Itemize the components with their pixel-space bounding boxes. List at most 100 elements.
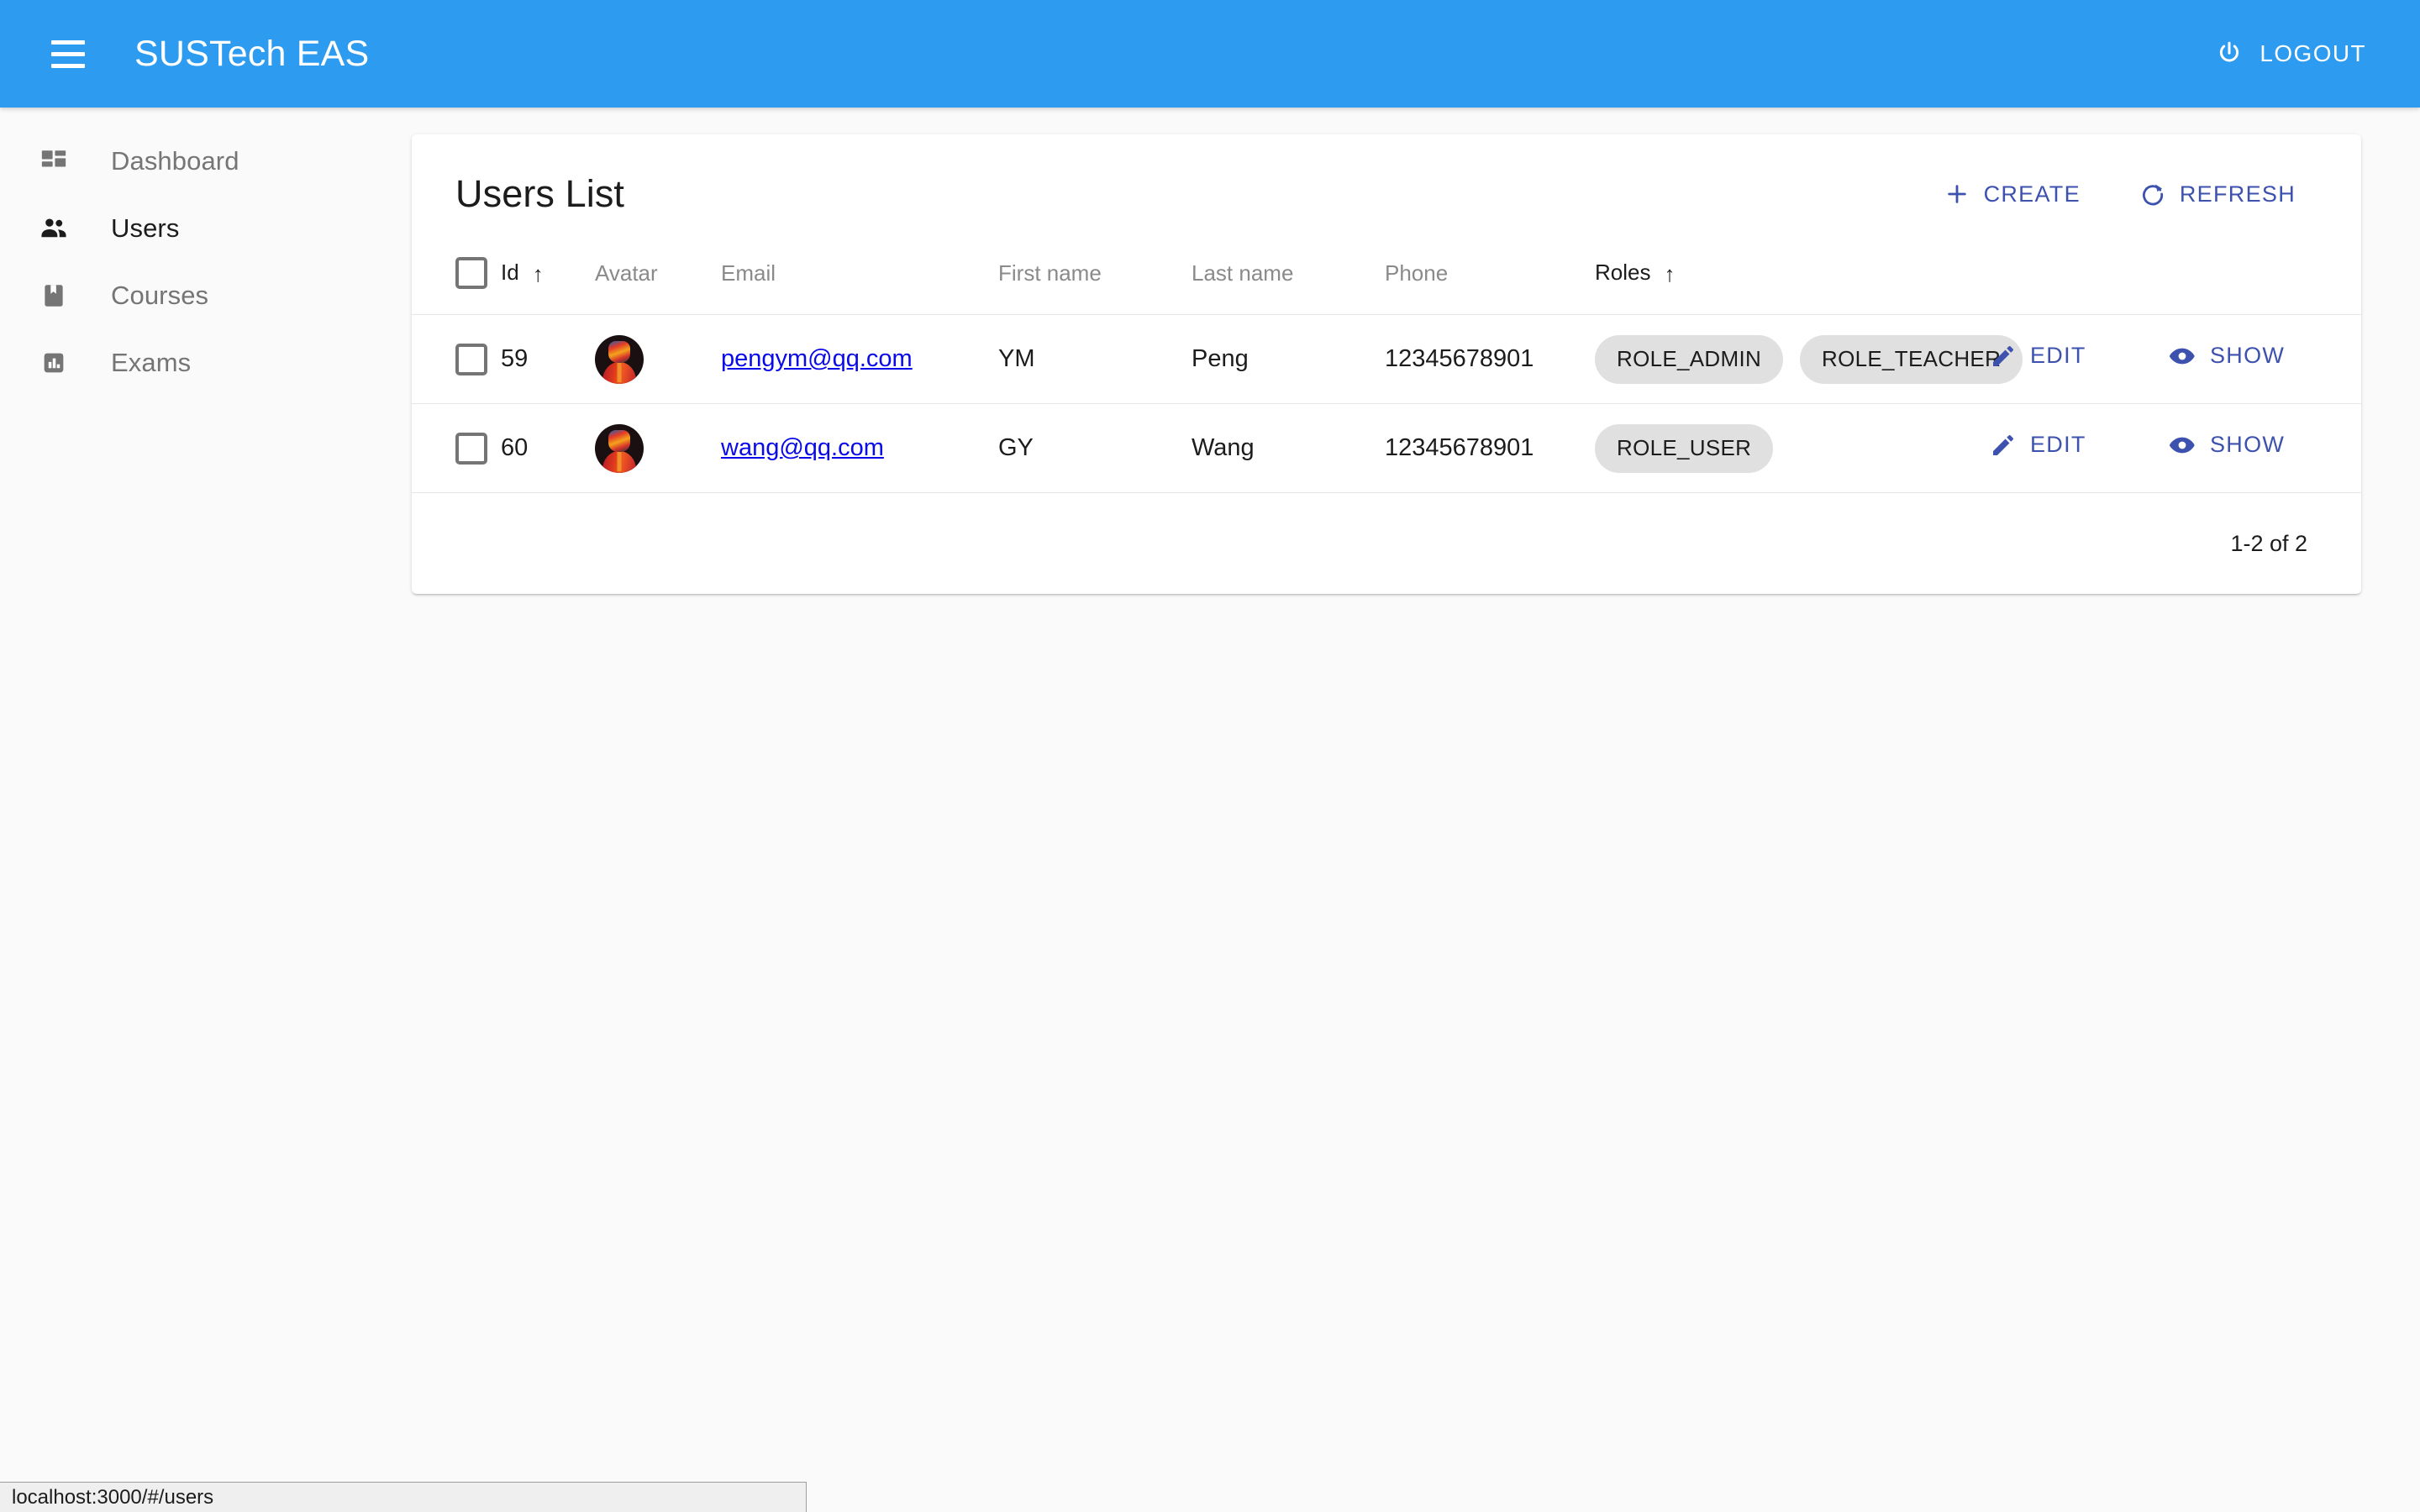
- menu-bar: [51, 63, 85, 68]
- browser-status-bar: localhost:3000/#/users: [0, 1482, 807, 1512]
- edit-label: EDIT: [2030, 432, 2086, 457]
- column-header-first-name[interactable]: First name: [998, 235, 1192, 315]
- column-header-email[interactable]: Email: [721, 235, 998, 315]
- sidebar: Dashboard Users Courses Exams: [0, 108, 412, 396]
- row-phone: 12345678901: [1385, 314, 1595, 404]
- column-label-email: Email: [721, 260, 776, 286]
- paginator: 1-2 of 2: [412, 493, 2361, 594]
- column-label-roles: Roles: [1595, 259, 1651, 285]
- edit-button[interactable]: EDIT: [1990, 432, 2086, 459]
- avatar: [595, 423, 644, 473]
- column-label-avatar: Avatar: [595, 260, 658, 286]
- sort-ascending-icon: ↑: [1664, 260, 1676, 286]
- email-link[interactable]: pengym@qq.com: [721, 345, 913, 372]
- sidebar-item-dashboard[interactable]: Dashboard: [0, 128, 412, 195]
- menu-bar: [51, 51, 85, 56]
- column-header-edit: [1990, 235, 2168, 315]
- refresh-button[interactable]: REFRESH: [2124, 169, 2311, 219]
- row-avatar-cell: [595, 403, 721, 493]
- show-label: SHOW: [2210, 343, 2286, 368]
- row-roles-cell: ROLE_USER: [1595, 403, 1990, 493]
- table-row: 60 wang@qq.com GY Wang 12345678901 ROLE_…: [412, 403, 2361, 493]
- avatar: [595, 334, 644, 384]
- book-icon: [30, 281, 77, 310]
- row-email-cell: pengym@qq.com: [721, 314, 998, 404]
- column-header-avatar[interactable]: Avatar: [595, 235, 721, 315]
- row-phone: 12345678901: [1385, 403, 1595, 493]
- role-chip[interactable]: ROLE_ADMIN: [1595, 334, 1784, 384]
- pencil-icon: [1990, 432, 2017, 459]
- show-button[interactable]: SHOW: [2168, 342, 2285, 370]
- row-roles-cell: ROLE_ADMIN ROLE_TEACHER: [1595, 314, 2023, 404]
- status-bar-url: localhost:3000/#/users: [12, 1485, 214, 1509]
- sidebar-item-courses[interactable]: Courses: [0, 262, 412, 329]
- sidebar-item-exams[interactable]: Exams: [0, 329, 412, 396]
- row-select-cell: [412, 314, 501, 404]
- users-list-card: Users List CREATE REFRESH Id ↑ Avatar Em…: [412, 134, 2361, 594]
- logout-label: LOGOUT: [2260, 40, 2366, 66]
- refresh-label: REFRESH: [2179, 181, 2296, 207]
- row-show-cell: SHOW: [2168, 314, 2361, 404]
- eye-icon: [2168, 342, 2196, 370]
- show-button[interactable]: SHOW: [2168, 431, 2285, 459]
- select-all-checkbox[interactable]: [455, 257, 487, 289]
- create-button[interactable]: CREATE: [1928, 169, 2096, 219]
- column-label-id: Id: [501, 259, 519, 285]
- avatar-head: [608, 429, 630, 452]
- column-label-first-name: First name: [998, 260, 1102, 286]
- row-edit-cell: EDIT: [1990, 403, 2168, 493]
- column-header-roles[interactable]: Roles ↑: [1595, 235, 1990, 315]
- row-checkbox[interactable]: [455, 432, 487, 465]
- create-label: CREATE: [1983, 181, 2081, 207]
- table-body: 59 pengym@qq.com YM Peng 12345678901 ROL…: [412, 314, 2361, 493]
- row-id: 60: [501, 403, 595, 493]
- row-checkbox[interactable]: [455, 343, 487, 375]
- role-chip[interactable]: ROLE_USER: [1595, 423, 1774, 473]
- page-title: Users List: [455, 172, 625, 215]
- plus-icon: [1944, 181, 1970, 207]
- table-header: Id ↑ Avatar Email First name Last name P…: [412, 235, 2361, 315]
- email-link[interactable]: wang@qq.com: [721, 434, 884, 461]
- row-last-name: Wang: [1192, 403, 1385, 493]
- row-edit-cell: EDIT: [1990, 314, 2168, 404]
- app-header: SUSTech EAS LOGOUT: [0, 0, 2420, 108]
- row-email-cell: wang@qq.com: [721, 403, 998, 493]
- show-label: SHOW: [2210, 432, 2286, 457]
- row-id: 59: [501, 314, 595, 404]
- people-icon: [30, 213, 77, 244]
- hamburger-menu-icon[interactable]: [37, 23, 99, 85]
- sidebar-item-label: Exams: [111, 348, 192, 377]
- sort-ascending-icon: ↑: [532, 260, 544, 286]
- pencil-icon: [1990, 343, 2017, 370]
- refresh-icon: [2139, 181, 2166, 207]
- sidebar-item-label: Users: [111, 213, 180, 243]
- users-table: Id ↑ Avatar Email First name Last name P…: [412, 235, 2361, 493]
- avatar-head: [608, 340, 630, 363]
- edit-button[interactable]: EDIT: [1990, 343, 2086, 370]
- sidebar-item-label: Dashboard: [111, 146, 239, 176]
- row-first-name: YM: [998, 314, 1192, 404]
- app-title: SUSTech EAS: [134, 33, 370, 74]
- roles-chip-list: ROLE_ADMIN ROLE_TEACHER: [1595, 334, 2023, 384]
- column-header-phone[interactable]: Phone: [1385, 235, 1595, 315]
- dashboard-icon: [30, 147, 77, 176]
- paginator-range-label: 1-2 of 2: [2230, 530, 2307, 556]
- column-header-id[interactable]: Id ↑: [501, 235, 595, 315]
- card-toolbar: Users List CREATE REFRESH: [412, 134, 2361, 235]
- roles-chip-list: ROLE_USER: [1595, 423, 1990, 473]
- column-header-select: [412, 235, 501, 315]
- sidebar-item-users[interactable]: Users: [0, 195, 412, 262]
- column-label-phone: Phone: [1385, 260, 1449, 286]
- row-avatar-cell: [595, 314, 721, 404]
- row-select-cell: [412, 403, 501, 493]
- menu-bar: [51, 39, 85, 45]
- column-header-last-name[interactable]: Last name: [1192, 235, 1385, 315]
- edit-label: EDIT: [2030, 343, 2086, 368]
- column-label-last-name: Last name: [1192, 260, 1294, 286]
- bar-chart-icon: [30, 349, 77, 377]
- logout-button[interactable]: LOGOUT: [2194, 25, 2386, 82]
- row-last-name: Peng: [1192, 314, 1385, 404]
- table-header-row: Id ↑ Avatar Email First name Last name P…: [412, 235, 2361, 315]
- row-show-cell: SHOW: [2168, 403, 2361, 493]
- power-icon: [2214, 39, 2244, 69]
